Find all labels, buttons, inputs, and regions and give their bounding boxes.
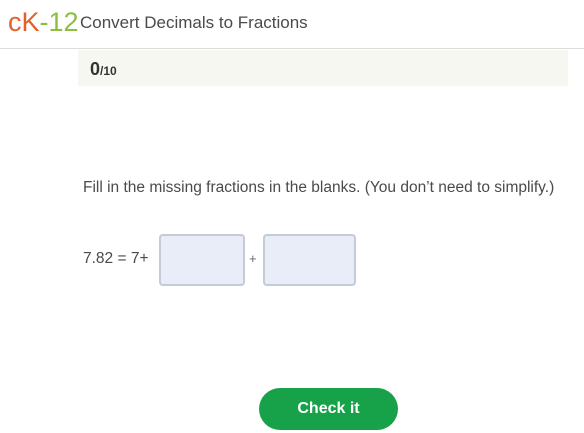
plus-operator: + — [249, 251, 257, 266]
equation-prefix: 7.82 = 7+ — [83, 250, 149, 267]
logo-letter-c: c — [8, 7, 22, 37]
logo-dash: - — [39, 7, 49, 37]
score-display: 0/10 — [90, 59, 117, 80]
header-bar: cK-12 Convert Decimals to Fractions — [0, 0, 584, 49]
equation-row: 7.82 = 7+ + — [83, 234, 483, 288]
logo-number: 12 — [48, 7, 79, 37]
question-prompt: Fill in the missing fractions in the bla… — [83, 179, 555, 196]
ck12-logo[interactable]: cK-12 — [8, 8, 79, 36]
logo-letter-k: K — [21, 7, 40, 37]
check-it-button[interactable]: Check it — [259, 388, 398, 430]
score-current: 0 — [90, 59, 101, 79]
fraction-blank-1[interactable] — [159, 234, 245, 286]
fraction-blank-2[interactable] — [263, 234, 356, 286]
score-total: /10 — [100, 64, 117, 78]
page-title: Convert Decimals to Fractions — [80, 13, 308, 32]
score-bar: 0/10 — [78, 50, 568, 86]
